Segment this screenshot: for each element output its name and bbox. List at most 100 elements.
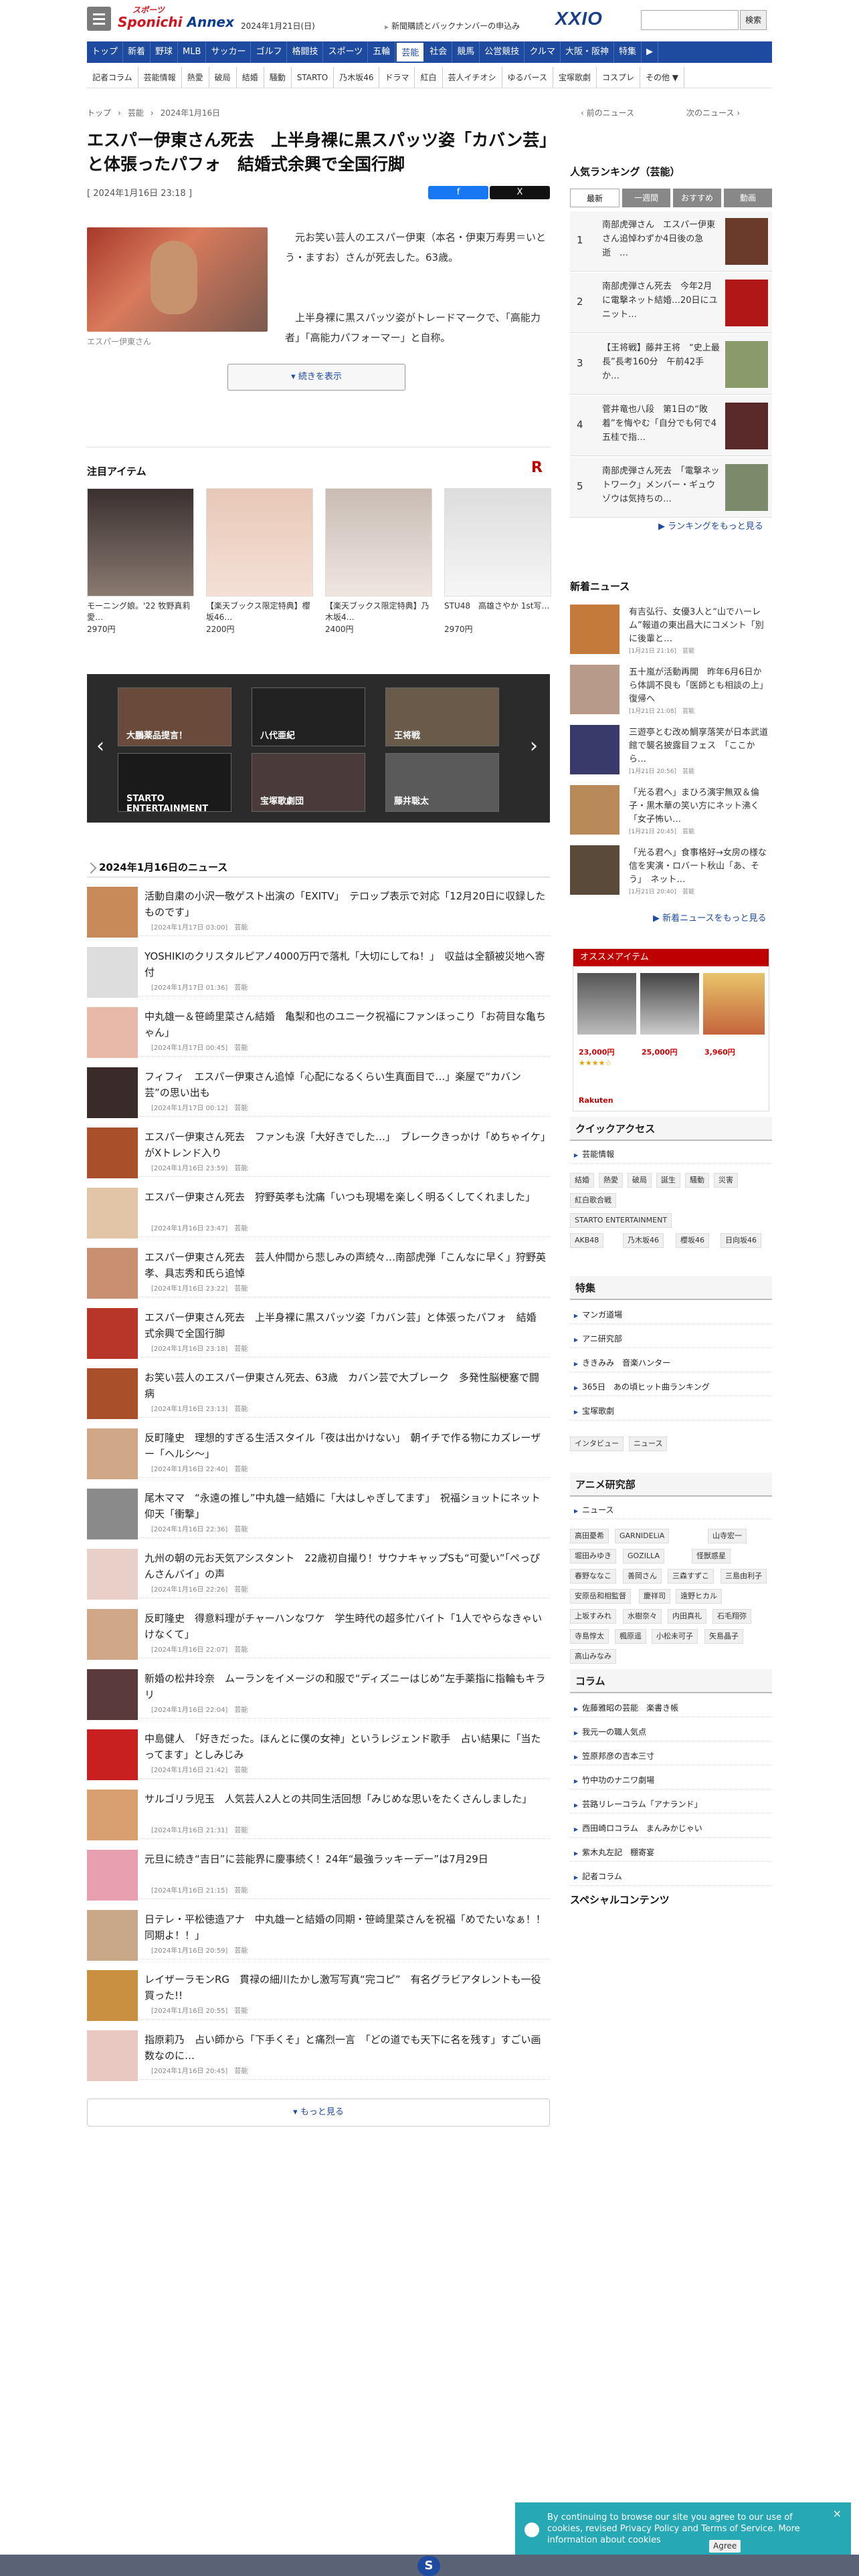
news-item[interactable]: レイザーラモンRG 貫禄の細川たかし激写写真“完コピ” 有名グラビアタレントも一… bbox=[87, 1967, 550, 2021]
anime-tag[interactable]: 善岡さん bbox=[623, 1569, 662, 1584]
anime-tag[interactable]: 内田真礼 bbox=[668, 1609, 706, 1624]
quick-tag[interactable]: 結婚 bbox=[570, 1173, 594, 1188]
quick-tag[interactable]: AKB48 bbox=[570, 1233, 604, 1248]
column-link[interactable]: 西田崎ロコラム まんみかじゃい bbox=[570, 1819, 772, 1838]
anime-tag[interactable]: 小松未可子 bbox=[652, 1629, 698, 1644]
anime-tag[interactable]: 山寺宏一 bbox=[708, 1529, 747, 1543]
news-item-title[interactable]: 九州の朝の元お天気アシスタント 22歳初自撮り！サウナキャップSも“可愛い”「ぺ… bbox=[145, 1550, 546, 1582]
subnav-item[interactable]: ドラマ bbox=[379, 67, 415, 88]
latest-item[interactable]: 有吉弘行、女優3人と“山でハーレム”報道の東出昌大にコメント「別に後輩と… [1月… bbox=[570, 602, 772, 658]
nav-item[interactable]: 公営競技 bbox=[480, 41, 525, 63]
latest-more-link[interactable]: ▶ 新着ニュースをもっと見る bbox=[653, 911, 767, 924]
news-item-image[interactable] bbox=[87, 1970, 138, 2021]
anime-tag[interactable]: 遠野ヒカル bbox=[676, 1589, 722, 1604]
news-item-title[interactable]: 指原莉乃 占い師から「下手くそ」と痛烈一言 「どの道でも天下に名を残す」すごい画… bbox=[145, 2032, 546, 2064]
latest-item-image[interactable] bbox=[570, 845, 619, 895]
news-item-title[interactable]: 新婚の松井玲奈 ムーランをイメージの和服で“ディズニーはじめ”左手薬指に指輪もキ… bbox=[145, 1671, 546, 1703]
nav-item[interactable]: ▶ bbox=[642, 41, 658, 63]
column-link[interactable]: 芸路リレーコラム「アナランド」 bbox=[570, 1795, 772, 1814]
anime-tag[interactable]: 矢島晶子 bbox=[704, 1629, 743, 1644]
quick-tag[interactable]: 誕生 bbox=[656, 1173, 680, 1188]
news-item[interactable]: フィフィ エスパー伊東さん追悼「心配になるくらい生真面目で…」楽屋で“カバン芸”… bbox=[87, 1065, 550, 1118]
carousel-tile[interactable]: 藤井聡太 bbox=[385, 753, 499, 812]
news-item-image[interactable] bbox=[87, 887, 138, 938]
news-item[interactable]: 九州の朝の元お天気アシスタント 22歳初自撮り！サウナキャップSも“可愛い”「ぺ… bbox=[87, 1546, 550, 1600]
tokushu-link[interactable]: ききみみ 音楽ハンター bbox=[570, 1354, 772, 1372]
subnav-item[interactable]: 騒動 bbox=[264, 67, 292, 88]
ranking-title[interactable]: 南部虎弾さん エスパー伊東さん追悼わずか4日後の急逝 … bbox=[602, 218, 720, 260]
footer-logo[interactable]: S bbox=[417, 2556, 440, 2576]
ranking-title[interactable]: 南部虎弾さん死去 今年2月に電撃ネット結婚…20日にユニット… bbox=[602, 280, 720, 322]
news-item[interactable]: エスパー伊東さん死去 狩野英孝も沈痛「いつも現場を楽しく明るくしてくれました」 [… bbox=[87, 1185, 550, 1239]
latest-item[interactable]: 五十嵐が活動再開 昨年6月6日から体調不良も「医師とも相談の上」復帰へ [1月21… bbox=[570, 662, 772, 718]
featured-item[interactable]: 【楽天ブックス限定特典】乃木坂4… 2400円 bbox=[325, 488, 432, 635]
featured-item-image[interactable] bbox=[87, 488, 194, 597]
news-item[interactable]: 日テレ・平松徳造アナ 中丸雄一と結婚の同期・笹崎里菜さんを祝福「めでたいなぁ！！… bbox=[87, 1907, 550, 1961]
carousel-tile[interactable]: 宝塚歌劇団 bbox=[252, 753, 365, 812]
tokushu-link[interactable]: アニ研究部 bbox=[570, 1329, 772, 1348]
anime-tag[interactable]: 安原岳和相監督 bbox=[570, 1589, 631, 1604]
news-item-title[interactable]: 中島健人 「好きだった。ほんとに僕の女神」というレジェンド歌手 占い結果に「当た… bbox=[145, 1731, 546, 1763]
news-item[interactable]: サルゴリラ児玉 人気芸人2人との共同生活回想「みじめな思いをたくさんしました」 [… bbox=[87, 1787, 550, 1840]
news-item[interactable]: 指原莉乃 占い師から「下手くそ」と痛烈一言 「どの道でも天下に名を残す」すごい画… bbox=[87, 2028, 550, 2081]
subnav-item[interactable]: 破局 bbox=[209, 67, 237, 88]
featured-item[interactable]: STU48 高雄さやか 1st写… 2970円 bbox=[444, 488, 551, 635]
news-item-image[interactable] bbox=[87, 1188, 138, 1239]
news-item-title[interactable]: YOSHIKIのクリスタルピアノ4000万円で落札「大切にしてね！」 収益は全額… bbox=[145, 948, 546, 980]
carousel-tile[interactable]: 王将戦 bbox=[385, 687, 499, 746]
ranking-image[interactable] bbox=[725, 464, 768, 511]
nav-item[interactable]: クルマ bbox=[524, 41, 561, 63]
tokushu-tag[interactable]: ニュース bbox=[629, 1436, 668, 1451]
news-item-image[interactable] bbox=[87, 1248, 138, 1299]
news-item-image[interactable] bbox=[87, 2030, 138, 2081]
carousel-tile[interactable]: 大鵬薬品提言！ bbox=[118, 687, 231, 746]
news-item-title[interactable]: エスパー伊東さん死去 狩野英孝も沈痛「いつも現場を楽しく明るくしてくれました」 bbox=[145, 1189, 546, 1205]
news-item-title[interactable]: 尾木ママ “永遠の推し”中丸雄一結婚に「大はしゃぎしてます」 祝福ショットにネッ… bbox=[145, 1490, 546, 1522]
x-share-button[interactable]: X bbox=[490, 186, 550, 199]
latest-item-image[interactable] bbox=[570, 665, 619, 714]
news-item[interactable]: 中丸雄一＆笹崎里菜さん結婚 亀梨和也のユニーク祝福にファンほっこり「お荷目な亀ち… bbox=[87, 1004, 550, 1058]
breadcrumb-item[interactable]: 芸能 bbox=[128, 108, 144, 118]
site-logo[interactable]: スポーツ Sponichi Annex bbox=[118, 5, 235, 31]
news-item-title[interactable]: サルゴリラ児玉 人気芸人2人との共同生活回想「みじめな思いをたくさんしました」 bbox=[145, 1791, 546, 1807]
news-item[interactable]: YOSHIKIのクリスタルピアノ4000万円で落札「大切にしてね！」 収益は全額… bbox=[87, 944, 550, 998]
news-item[interactable]: 元旦に続き“吉日”に芸能界に慶事続く！24年“最強ラッキーデー”は7月29日 [2… bbox=[87, 1847, 550, 1901]
anime-tag[interactable]: 上坂すみれ bbox=[570, 1609, 616, 1624]
featured-item-title[interactable]: 【楽天ブックス限定特典】櫻坂46… bbox=[206, 601, 313, 623]
nav-item[interactable]: 大阪・阪神 bbox=[561, 41, 614, 63]
featured-item-title[interactable]: 【楽天ブックス限定特典】乃木坂4… bbox=[325, 601, 432, 623]
featured-item-title[interactable]: STU48 高雄さやか 1st写… bbox=[444, 601, 551, 623]
featured-item-image[interactable] bbox=[206, 488, 313, 597]
ranking-tab[interactable]: 一週間 bbox=[622, 189, 670, 207]
tokushu-tag[interactable]: インタビュー bbox=[570, 1436, 624, 1451]
more-news-button[interactable]: ▾ もっと見る bbox=[87, 2099, 550, 2127]
news-item-image[interactable] bbox=[87, 1729, 138, 1780]
news-item-image[interactable] bbox=[87, 1308, 138, 1359]
column-link[interactable]: 笠原邦彦の吉本三寸 bbox=[570, 1747, 772, 1765]
anime-tag[interactable]: 高山みなみ bbox=[570, 1649, 616, 1664]
search-button[interactable]: 検索 bbox=[740, 10, 767, 30]
ranking-more-link[interactable]: ▶ ランキングをもっと見る bbox=[658, 519, 763, 532]
news-item-image[interactable] bbox=[87, 1368, 138, 1419]
nav-item[interactable]: 社会 bbox=[425, 41, 453, 63]
read-more-button[interactable]: ▾ 続きを表示 bbox=[227, 364, 405, 391]
latest-item-title[interactable]: 「光る君へ」食事格好→女房の様な信を実演・ロバート秋山「あ、そう」 ネット… bbox=[629, 847, 769, 887]
latest-item-title[interactable]: 三遊亭とむ改め鯛享落笑が日本武道館で襲名披露目フェス 「ここから… bbox=[629, 726, 769, 766]
ranking-item[interactable]: 3 【王将戦】藤井王将 “史上最長”長考160分 午前42手か… bbox=[570, 334, 772, 395]
news-item-image[interactable] bbox=[87, 1428, 138, 1479]
next-news-link[interactable]: 次のニュース › bbox=[686, 107, 740, 118]
subnav-item[interactable]: 芸能情報 bbox=[138, 67, 182, 88]
latest-item-image[interactable] bbox=[570, 605, 619, 654]
news-item[interactable]: 反町隆史 理想的すぎる生活スタイル「夜は出かけない」 朝イチで作る物にカズレーザ… bbox=[87, 1426, 550, 1479]
ranking-image[interactable] bbox=[725, 218, 768, 265]
news-item-image[interactable] bbox=[87, 947, 138, 998]
featured-item-image[interactable] bbox=[444, 488, 551, 597]
latest-item-image[interactable] bbox=[570, 725, 619, 774]
anime-tag[interactable]: 石毛翔弥 bbox=[712, 1609, 751, 1624]
anime-news-link[interactable]: ニュース bbox=[570, 1501, 772, 1519]
nav-item[interactable]: 特集 bbox=[614, 41, 642, 63]
featured-item[interactable]: 【楽天ブックス限定特典】櫻坂46… 2200円 bbox=[206, 488, 313, 635]
news-item-title[interactable]: お笑い芸人のエスパー伊東さん死去、63歳 カバン芸で大ブレーク 多発性脳梗塞で闘… bbox=[145, 1370, 546, 1402]
news-item-title[interactable]: 活動自粛の小沢一敬ゲスト出演の「EXITV」 テロップ表示で対応「12月20日に… bbox=[145, 888, 546, 920]
search-input[interactable] bbox=[641, 10, 739, 30]
